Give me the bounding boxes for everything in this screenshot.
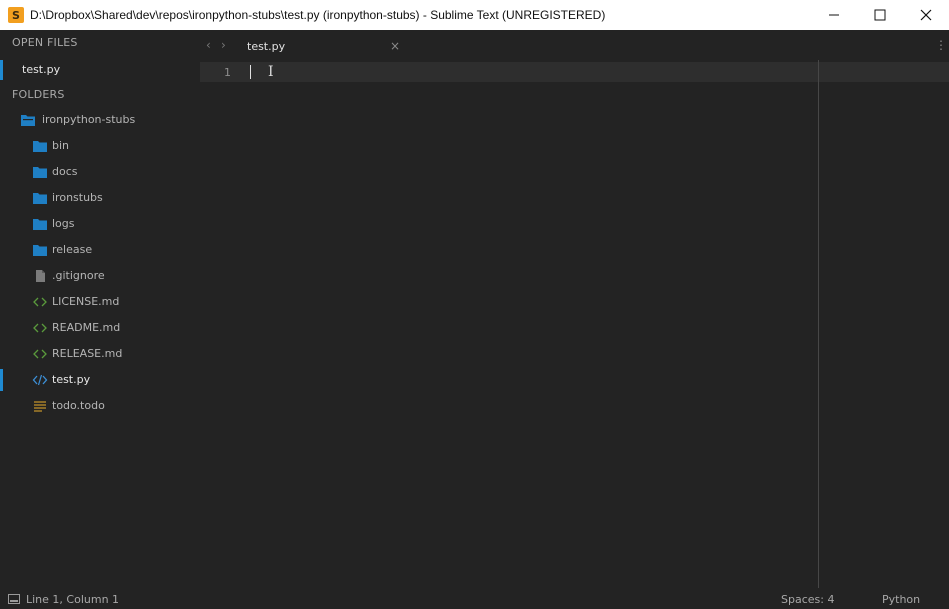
panel-toggle-icon[interactable]	[8, 594, 20, 604]
status-bar: Line 1, Column 1 Spaces: 4 Python	[0, 588, 949, 609]
editor-area[interactable]: 1 I	[200, 60, 949, 588]
tree-file-item[interactable]: .gitignore	[0, 265, 200, 287]
tree-item-label: RELEASE.md	[52, 347, 123, 360]
folders-heading: FOLDERS	[12, 88, 65, 101]
markup-file-icon	[32, 321, 48, 335]
todo-file-icon	[32, 399, 48, 413]
ruler-guide	[818, 60, 819, 588]
tree-file-item[interactable]: LICENSE.md	[0, 291, 200, 313]
active-indicator	[0, 60, 3, 80]
markup-file-icon	[32, 347, 48, 361]
tree-folder-item[interactable]: docs	[0, 161, 200, 183]
folder-icon	[32, 243, 48, 257]
back-arrow-icon[interactable]: ‹	[206, 38, 211, 52]
markup-file-icon	[32, 295, 48, 309]
indentation-setting[interactable]: Spaces: 4	[781, 593, 834, 606]
tree-item-label: bin	[52, 139, 70, 152]
tree-item-label: todo.todo	[52, 399, 105, 412]
tab-bar: ‹ › test.py × ⋮	[200, 30, 949, 60]
folder-icon	[32, 165, 48, 179]
line-number: 1	[224, 66, 231, 79]
file-icon	[32, 269, 48, 283]
sublime-app-icon[interactable]: S	[8, 7, 24, 23]
open-file-label: test.py	[22, 63, 61, 76]
ibeam-cursor-icon: I	[268, 64, 274, 80]
forward-arrow-icon[interactable]: ›	[221, 38, 226, 52]
tree-file-item[interactable]: todo.todo	[0, 395, 200, 417]
window-controls	[811, 0, 949, 30]
tree-item-label: docs	[52, 165, 78, 178]
tab-overflow-menu-icon[interactable]: ⋮	[935, 38, 947, 52]
tree-item-label: LICENSE.md	[52, 295, 120, 308]
tree-item-label: README.md	[52, 321, 121, 334]
tree-item-label: ironstubs	[52, 191, 103, 204]
tab-label: test.py	[247, 40, 286, 53]
tree-file-item[interactable]: RELEASE.md	[0, 343, 200, 365]
cursor-position: Line 1, Column 1	[26, 593, 120, 606]
tree-file-item[interactable]: test.py	[0, 369, 200, 391]
tree-item-label: release	[52, 243, 93, 256]
window-title: D:\Dropbox\Shared\dev\repos\ironpython-s…	[30, 8, 606, 22]
current-line-highlight	[200, 62, 949, 82]
title-bar: S D:\Dropbox\Shared\dev\repos\ironpython…	[0, 0, 949, 30]
tree-folder-item[interactable]: ironstubs	[0, 187, 200, 209]
tab-close-icon[interactable]: ×	[390, 39, 400, 53]
syntax-selector[interactable]: Python	[882, 593, 920, 606]
close-icon	[920, 9, 932, 21]
tree-folder-item[interactable]: ironpython-stubs	[0, 109, 200, 131]
tree-folder-item[interactable]: release	[0, 239, 200, 261]
maximize-icon	[874, 9, 886, 21]
tree-folder-item[interactable]: bin	[0, 135, 200, 157]
open-files-heading: OPEN FILES	[12, 36, 78, 49]
folder-icon	[32, 217, 48, 231]
tree-item-label: test.py	[52, 373, 91, 386]
folder-icon	[32, 139, 48, 153]
tree-item-label: .gitignore	[52, 269, 105, 282]
folder-open-icon	[20, 113, 36, 127]
close-button[interactable]	[903, 0, 949, 30]
sidebar: OPEN FILES test.py FOLDERS ironpython-st…	[0, 30, 200, 588]
tree-folder-item[interactable]: logs	[0, 213, 200, 235]
open-file-item[interactable]: test.py	[0, 60, 200, 80]
maximize-button[interactable]	[857, 0, 903, 30]
tree-file-item[interactable]: README.md	[0, 317, 200, 339]
tab-test-py[interactable]: test.py ×	[236, 32, 404, 60]
minimize-button[interactable]	[811, 0, 857, 30]
minimize-icon	[829, 14, 839, 16]
tree-item-label: ironpython-stubs	[42, 113, 136, 126]
folder-icon	[32, 191, 48, 205]
text-caret	[250, 65, 251, 79]
active-indicator	[0, 369, 3, 391]
tree-item-label: logs	[52, 217, 75, 230]
python-file-icon	[32, 373, 48, 387]
